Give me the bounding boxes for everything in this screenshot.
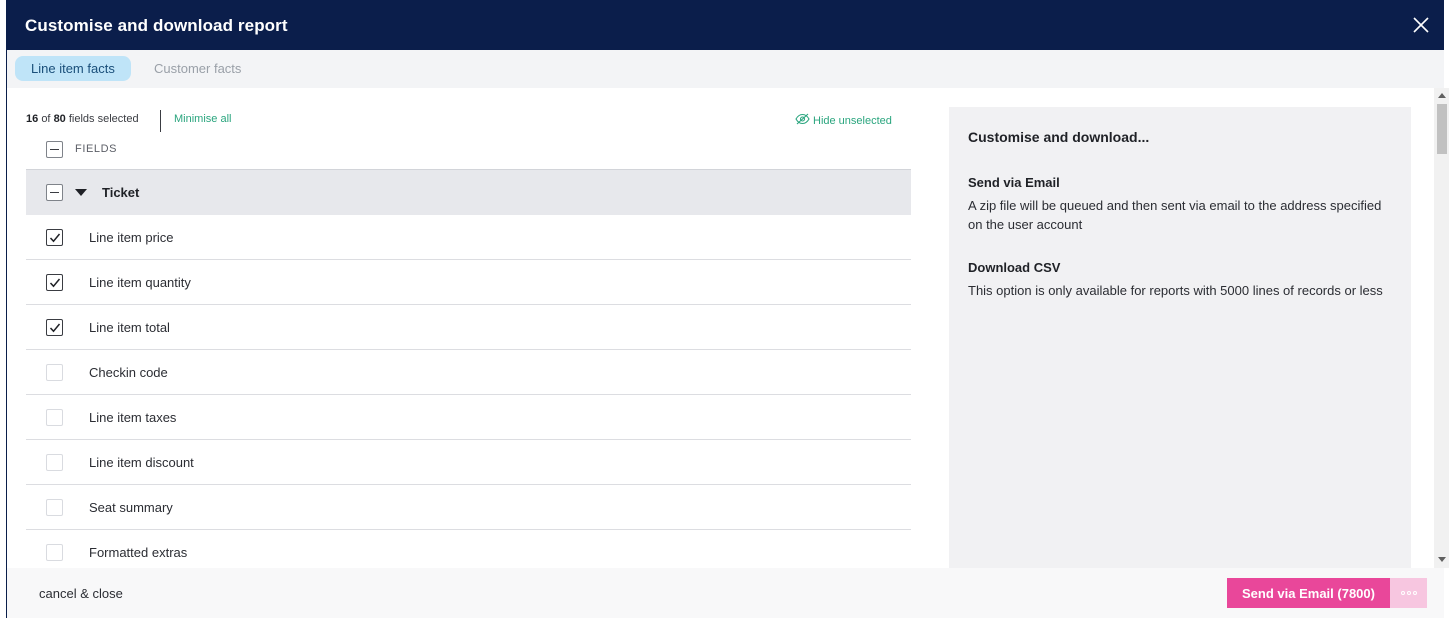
modal-title: Customise and download report — [25, 16, 288, 35]
group-name: Ticket — [102, 185, 140, 200]
field-row: Seat summary — [26, 485, 911, 530]
field-label: Line item price — [89, 229, 174, 245]
content-area: 16 of 80 fields selected Minimise all Hi… — [7, 88, 1434, 568]
eye-off-icon — [795, 113, 810, 128]
option-download-csv: Download CSV This option is only availab… — [968, 260, 1398, 300]
tab-customer-facts[interactable]: Customer facts — [138, 56, 257, 81]
select-all-checkbox[interactable] — [46, 140, 63, 158]
checkmark-icon — [49, 233, 61, 242]
count-suffix: fields selected — [68, 113, 139, 125]
minimise-all-link[interactable]: Minimise all — [174, 113, 231, 125]
send-via-email-button[interactable]: Send via Email (7800) — [1227, 578, 1390, 608]
field-label: Line item total — [89, 319, 170, 335]
report-modal: Customise and download report Line item … — [6, 0, 1449, 618]
fields-header-label: FIELDS — [75, 143, 118, 155]
field-label: Line item discount — [89, 454, 194, 470]
cancel-close-button[interactable]: cancel & close — [39, 586, 123, 601]
dot — [1400, 591, 1405, 595]
field-checkbox[interactable] — [46, 543, 63, 561]
field-checkbox[interactable] — [46, 318, 63, 336]
group-row-ticket: Ticket — [26, 169, 911, 215]
tab-line-item-facts[interactable]: Line item facts — [15, 56, 131, 81]
field-row: Checkin code — [26, 350, 911, 395]
option-send-via-email: Send via Email A zip file will be queued… — [968, 175, 1398, 234]
hide-unselected-link[interactable]: Hide unselected — [795, 113, 892, 128]
field-row: Line item quantity — [26, 260, 911, 305]
field-checkbox[interactable] — [46, 498, 63, 516]
field-checkbox[interactable] — [46, 408, 63, 426]
selected-count: 16 — [26, 113, 39, 125]
checkmark-icon — [49, 323, 61, 332]
more-options-icon[interactable] — [1390, 578, 1427, 608]
dot — [1412, 591, 1417, 595]
field-row: Line item price — [26, 215, 911, 260]
field-row: Line item total — [26, 305, 911, 350]
total-count: 80 — [53, 113, 66, 125]
field-label: Seat summary — [89, 499, 173, 515]
count-of-text: of — [41, 113, 51, 125]
field-checkbox[interactable] — [46, 453, 63, 471]
group-checkbox[interactable] — [46, 184, 63, 201]
field-label: Line item taxes — [89, 409, 177, 425]
fields-list: Line item price Line item quantity Line … — [26, 215, 911, 568]
field-checkbox[interactable] — [46, 273, 63, 291]
caret-down-icon[interactable] — [75, 189, 87, 196]
scroll-up-icon[interactable] — [1438, 93, 1446, 98]
option-name: Download CSV — [968, 260, 1061, 275]
fields-header: FIELDS — [46, 140, 117, 158]
field-label: Line item quantity — [89, 274, 191, 290]
dot — [1406, 591, 1411, 595]
checkmark-icon — [49, 278, 61, 287]
field-label: Formatted extras — [89, 544, 188, 560]
modal-header: Customise and download report — [7, 0, 1444, 50]
field-checkbox[interactable] — [46, 228, 63, 246]
field-label: Checkin code — [89, 364, 168, 380]
tab-bar: Line item facts Customer facts — [7, 50, 1444, 88]
field-row: Formatted extras — [26, 530, 911, 568]
fields-toolbar: 16 of 80 fields selected Minimise all Hi… — [26, 110, 906, 132]
download-options-panel: Customise and download... Send via Email… — [949, 107, 1411, 568]
option-description: A zip file will be queued and then sent … — [968, 198, 1382, 232]
scrollbar-thumb[interactable] — [1437, 104, 1447, 154]
toolbar-divider — [160, 110, 161, 132]
vertical-scrollbar[interactable] — [1434, 88, 1449, 568]
scroll-down-icon[interactable] — [1438, 557, 1446, 562]
close-icon[interactable] — [1411, 15, 1431, 35]
panel-title: Customise and download... — [968, 129, 1150, 145]
selection-count: 16 of 80 fields selected — [26, 113, 139, 125]
option-name: Send via Email — [968, 175, 1060, 190]
hide-unselected-label: Hide unselected — [813, 114, 892, 127]
field-row: Line item discount — [26, 440, 911, 485]
field-row: Line item taxes — [26, 395, 911, 440]
field-checkbox[interactable] — [46, 363, 63, 381]
option-description: This option is only available for report… — [968, 283, 1383, 298]
modal-footer: cancel & close Send via Email (7800) — [7, 568, 1444, 618]
